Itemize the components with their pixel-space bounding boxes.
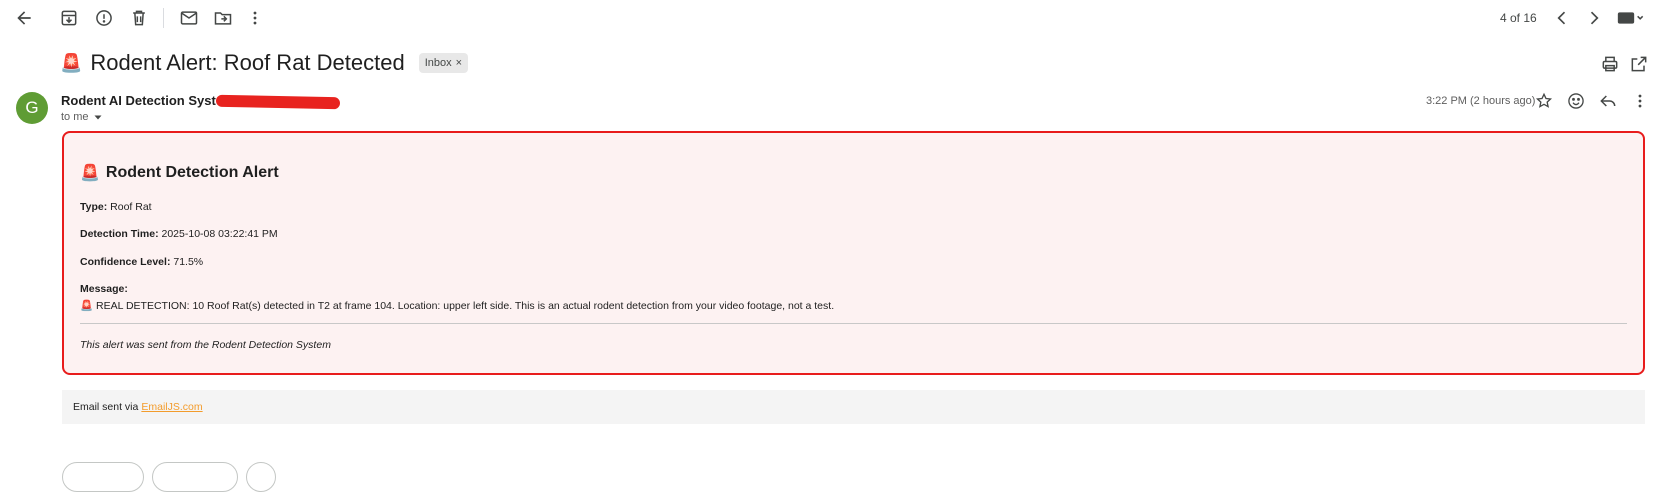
email-subject: 🚨 Rodent Alert: Roof Rat Detected Inbox …: [60, 50, 469, 76]
siren-emoji: 🚨: [80, 165, 100, 182]
recipient-text: to me: [61, 111, 89, 123]
chevron-right-icon[interactable]: [1580, 4, 1608, 32]
siren-emoji: 🚨: [80, 300, 94, 312]
emoji-reaction-icon[interactable]: [1562, 87, 1590, 115]
delete-icon[interactable]: [125, 4, 153, 32]
message-label-row: Message:: [80, 283, 128, 295]
confidence-value: 71.5%: [173, 256, 204, 268]
print-icon[interactable]: [1596, 50, 1624, 78]
emoji-action-button[interactable]: [246, 462, 276, 492]
type-value: Roof Rat: [110, 201, 152, 213]
detection-time-value: 2025-10-08 03:22:41 PM: [161, 228, 278, 240]
back-arrow-icon[interactable]: [10, 4, 38, 32]
recipient-line[interactable]: to me: [61, 111, 103, 123]
confidence-row: Confidence Level: 71.5%: [80, 256, 203, 268]
message-text-row: 🚨 REAL DETECTION: 10 Roof Rat(s) detecte…: [80, 299, 834, 312]
reply-action-button[interactable]: [62, 462, 144, 492]
keyboard-icon[interactable]: [1614, 4, 1648, 32]
type-row: Type: Roof Rat: [80, 201, 152, 213]
inbox-label-text: Inbox: [424, 57, 452, 69]
move-to-icon[interactable]: [209, 4, 237, 32]
sent-via-text: Email sent via: [73, 401, 139, 413]
redacted-sender-email: [215, 94, 341, 110]
open-in-new-window-icon[interactable]: [1625, 50, 1653, 78]
divider: [80, 323, 1627, 324]
report-spam-icon[interactable]: [90, 4, 118, 32]
toolbar-separator: [163, 8, 164, 28]
confidence-label: Confidence Level:: [80, 256, 171, 268]
chevron-left-icon[interactable]: [1548, 4, 1576, 32]
more-vert-icon[interactable]: [241, 4, 269, 32]
message-text: REAL DETECTION: 10 Roof Rat(s) detected …: [96, 300, 835, 312]
star-icon[interactable]: [1530, 87, 1558, 115]
detection-time-label: Detection Time:: [80, 228, 159, 240]
sender-name[interactable]: Rodent AI Detection System: [61, 93, 235, 108]
pagination-text: 4 of 16: [1500, 11, 1537, 25]
siren-emoji: 🚨: [60, 53, 83, 73]
sender-avatar[interactable]: G: [16, 92, 48, 124]
forward-action-button[interactable]: [152, 462, 238, 492]
alert-card: 🚨 Rodent Detection Alert Type: Roof Rat …: [62, 131, 1645, 375]
message-label: Message:: [80, 283, 128, 295]
mark-unread-icon[interactable]: [175, 4, 203, 32]
alert-title-text: Rodent Detection Alert: [105, 164, 279, 181]
archive-icon[interactable]: [55, 4, 83, 32]
message-timestamp: 3:22 PM (2 hours ago): [1426, 95, 1536, 107]
emailjs-link[interactable]: EmailJS.com: [141, 401, 202, 413]
label-close-icon[interactable]: ×: [456, 57, 462, 69]
sent-via-bar: Email sent via EmailJS.com: [62, 390, 1645, 424]
type-label: Type:: [80, 201, 108, 213]
message-more-vert-icon[interactable]: [1626, 87, 1654, 115]
inbox-label-chip[interactable]: Inbox ×: [418, 53, 469, 73]
alert-footer-note: This alert was sent from the Rodent Dete…: [80, 339, 331, 351]
alert-title: 🚨 Rodent Detection Alert: [80, 163, 279, 183]
reply-icon[interactable]: [1594, 87, 1622, 115]
detection-time-row: Detection Time: 2025-10-08 03:22:41 PM: [80, 228, 278, 240]
caret-down-icon[interactable]: [93, 112, 103, 122]
subject-text: Rodent Alert: Roof Rat Detected: [90, 50, 405, 75]
